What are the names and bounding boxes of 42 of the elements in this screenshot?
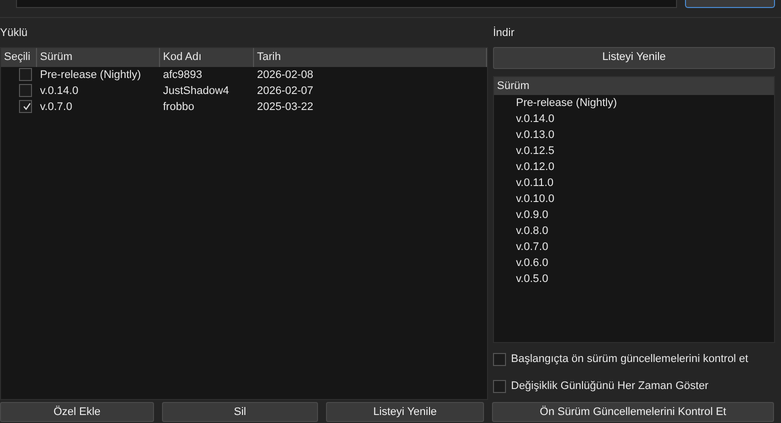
checkbox[interactable] [19, 100, 32, 113]
path-field[interactable] [16, 0, 677, 8]
table-cell-text: v.0.14.0 [39, 84, 80, 99]
column-header: Tarih [254, 48, 487, 67]
section-label: İndir [493, 26, 516, 41]
browse-button[interactable] [685, 0, 775, 8]
list-item[interactable]: v.0.12.0 [516, 160, 554, 173]
checkbox-label: Başlangıçta ön sürüm güncellemelerini kontrol et [511, 352, 748, 368]
list-item[interactable]: Pre-release (Nightly) [516, 96, 617, 109]
list-item[interactable]: v.0.12.5 [516, 144, 554, 157]
table-cell-text: frobbo [162, 100, 196, 115]
checkbox[interactable] [493, 353, 506, 366]
checkbox[interactable] [19, 68, 32, 81]
list-item[interactable]: v.0.10.0 [516, 192, 554, 205]
checkbox-label: Değişiklik Günlüğünü Her Zaman Göster [511, 379, 708, 394]
list-item[interactable]: v.0.13.0 [516, 128, 554, 141]
column-header: Sürüm [494, 76, 774, 95]
list-item[interactable]: v.0.11.0 [516, 176, 554, 189]
list-item[interactable]: v.0.5.0 [516, 272, 548, 285]
column-header: Kod Adı [160, 48, 254, 67]
list-item[interactable]: v.0.8.0 [516, 224, 548, 237]
table-cell-text: v.0.7.0 [39, 100, 74, 115]
table-cell-text: JustShadow4 [162, 84, 230, 99]
refresh-button[interactable]: Listeyi Yenile [493, 46, 775, 69]
section-label: Yüklü [0, 26, 29, 41]
table-cell-text: 2025-03-22 [256, 100, 314, 115]
checkbox[interactable] [493, 380, 506, 394]
list-item[interactable]: v.0.7.0 [516, 240, 548, 253]
action-button[interactable]: Sil [162, 402, 318, 422]
action-button[interactable]: Özel Ekle [0, 402, 154, 422]
column-header: Sürüm [37, 48, 160, 67]
column-header: Seçili [1, 48, 37, 67]
list-item[interactable]: v.0.14.0 [516, 112, 554, 125]
action-button[interactable]: Listeyi Yenile [326, 402, 484, 422]
checkbox[interactable] [19, 84, 32, 97]
table-cell-text: 2026-02-07 [256, 84, 314, 99]
table-cell-text: 2026-02-08 [256, 68, 314, 83]
list-item[interactable]: v.0.9.0 [516, 208, 548, 221]
list-item[interactable]: v.0.6.0 [516, 256, 548, 269]
action-button[interactable]: Ön Sürüm Güncellemelerini Kontrol Et [492, 402, 774, 422]
table-cell-text: Pre-release (Nightly) [39, 68, 142, 83]
table-cell-text: afc9893 [162, 68, 204, 83]
